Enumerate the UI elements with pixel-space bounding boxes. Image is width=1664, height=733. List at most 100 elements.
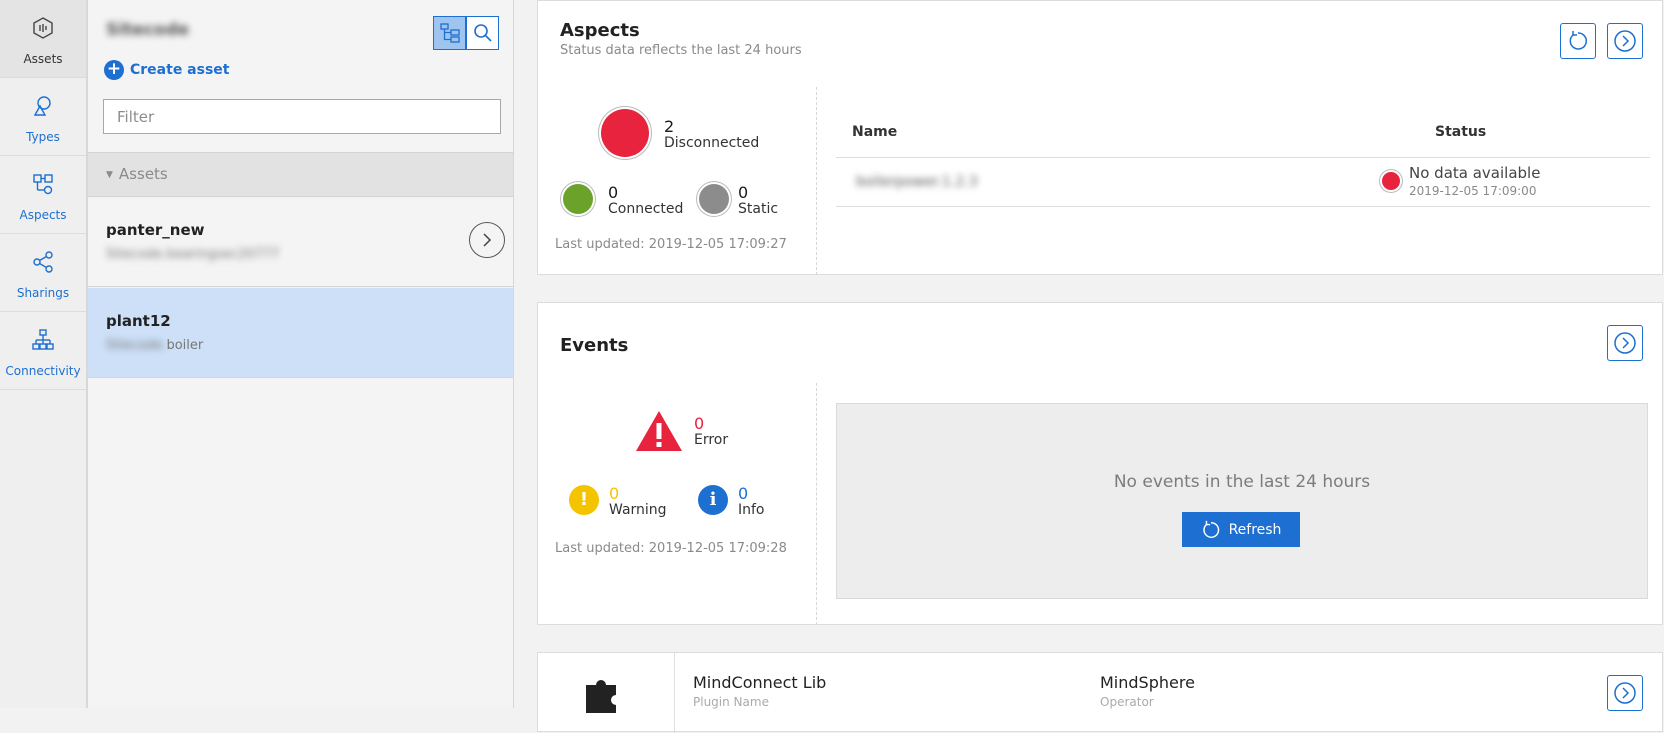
- rail-label-aspects: Aspects: [19, 208, 67, 222]
- asset-name: plant12: [106, 312, 171, 330]
- connected-status-dot: [563, 184, 593, 214]
- disconnected-label: Disconnected: [664, 135, 760, 151]
- column-header-status[interactable]: Status: [1435, 124, 1486, 140]
- rail-item-connectivity[interactable]: Connectivity: [0, 312, 86, 390]
- info-stat: 0 Info: [738, 485, 765, 518]
- warning-stat: 0 Warning: [609, 485, 667, 518]
- open-asset-button[interactable]: [469, 222, 505, 258]
- chevron-right-icon: [483, 233, 492, 247]
- search-view-button[interactable]: [466, 16, 499, 50]
- refresh-aspects-button[interactable]: [1560, 23, 1596, 59]
- rail-label-sharings: Sharings: [16, 286, 70, 300]
- status-indicator-dot: [1382, 172, 1400, 190]
- refresh-icon: [1202, 520, 1219, 538]
- table-row-divider: [836, 206, 1650, 207]
- aspect-status: No data available: [1409, 164, 1541, 182]
- refresh-events-button[interactable]: Refresh: [1182, 512, 1300, 547]
- plugin-card: MindConnect Lib Plugin Name MindSphere O…: [537, 652, 1663, 733]
- refresh-label: Refresh: [1228, 521, 1282, 538]
- static-label: Static: [738, 201, 779, 217]
- open-plugin-button[interactable]: [1607, 675, 1643, 711]
- plugin-name: MindConnect Lib: [693, 673, 827, 692]
- warning-icon: !: [569, 485, 599, 515]
- static-count: 0: [738, 183, 749, 202]
- rail-item-types[interactable]: Types: [0, 78, 86, 156]
- rail-label-connectivity: Connectivity: [5, 364, 81, 378]
- info-label: Info: [738, 502, 765, 518]
- aspects-subtitle: Status data reflects the last 24 hours: [560, 43, 802, 58]
- assets-group-header[interactable]: ▼ Assets: [88, 152, 513, 197]
- asset-list-panel: Sitecode + Create asset ▼ Assets panter_n…: [88, 0, 514, 708]
- assets-group-label: Assets: [118, 165, 168, 183]
- error-triangle-icon: [636, 411, 682, 451]
- disconnected-stat: 2 Disconnected: [664, 118, 759, 151]
- no-events-message: No events in the last 24 hours: [1113, 472, 1371, 492]
- aspect-name: boilerpower.1.2.3: [856, 174, 978, 190]
- table-row[interactable]: boilerpower.1.2.3 No data available 2019…: [836, 158, 1650, 206]
- tree-view-icon: [439, 23, 460, 43]
- asset-subtitle-type: boiler: [166, 338, 204, 353]
- rail-item-assets[interactable]: Assets: [0, 0, 86, 78]
- events-title: Events: [560, 335, 629, 356]
- tree-view-button[interactable]: [433, 16, 466, 50]
- main-content: Aspects Status data reflects the last 24…: [514, 0, 1664, 733]
- column-header-name[interactable]: Name: [852, 124, 897, 140]
- aspects-card: Aspects Status data reflects the last 24…: [537, 0, 1663, 275]
- aspects-last-updated: Last updated: 2019-12-05 17:09:27: [555, 237, 787, 252]
- static-status-dot: [699, 184, 729, 214]
- rail-item-sharings[interactable]: Sharings: [0, 234, 86, 312]
- search-icon: [473, 24, 492, 42]
- disconnected-count: 2: [664, 117, 675, 136]
- events-empty-panel: No events in the last 24 hours Refresh: [836, 403, 1648, 599]
- asset-item-panter-new[interactable]: panter_new Sitecode.bearingsec20777: [88, 197, 513, 287]
- create-asset-link[interactable]: + Create asset: [104, 60, 229, 80]
- error-count: 0: [694, 414, 705, 433]
- aspects-icon: [33, 174, 53, 195]
- rail-label-types: Types: [26, 130, 60, 144]
- disconnected-status-dot: [601, 109, 649, 157]
- aspect-status-time: 2019-12-05 17:09:00: [1409, 184, 1537, 198]
- info-count: 0: [738, 484, 749, 503]
- connected-count: 0: [608, 183, 619, 202]
- rail-item-aspects[interactable]: Aspects: [0, 156, 86, 234]
- navigation-rail: Assets Types Aspects Sharings Connectivi…: [0, 0, 88, 708]
- chevron-right-circle-icon: [1614, 30, 1636, 52]
- asset-subtitle: Sitecode.boiler: [106, 338, 203, 353]
- rail-label-assets: Assets: [23, 52, 63, 66]
- plus-icon: +: [104, 60, 124, 80]
- warning-label: Warning: [609, 502, 667, 518]
- aspects-title: Aspects: [560, 20, 640, 41]
- events-divider: [816, 383, 817, 625]
- plugin-name-caption: Plugin Name: [693, 695, 769, 709]
- refresh-icon: [1569, 31, 1587, 50]
- asset-item-plant12[interactable]: plant12 Sitecode.boiler: [88, 288, 513, 378]
- error-stat: 0 Error: [694, 415, 728, 448]
- connectivity-icon: [32, 329, 54, 350]
- plugin-operator: MindSphere: [1100, 673, 1195, 692]
- connected-label: Connected: [608, 201, 684, 217]
- connected-stat: 0 Connected: [608, 184, 683, 217]
- plugin-puzzle-icon: [586, 680, 616, 713]
- assets-icon: [33, 17, 53, 39]
- asset-name: panter_new: [106, 221, 205, 239]
- error-label: Error: [694, 432, 729, 448]
- events-card: Events 0 Error ! 0 Warning i 0 Info Last…: [537, 302, 1663, 625]
- tenant-title: Sitecode: [106, 20, 190, 40]
- info-icon: i: [698, 485, 728, 515]
- types-icon: [33, 96, 51, 116]
- chevron-right-circle-icon: [1614, 682, 1636, 704]
- warning-count: 0: [609, 484, 620, 503]
- static-stat: 0 Static: [738, 184, 778, 217]
- asset-subtitle-prefix: Sitecode.: [106, 338, 167, 353]
- aspects-divider: [816, 87, 817, 275]
- open-aspects-button[interactable]: [1607, 23, 1643, 59]
- asset-subtitle: Sitecode.bearingsec20777: [106, 247, 280, 262]
- filter-input[interactable]: [103, 99, 501, 134]
- plugin-divider: [674, 653, 675, 733]
- view-toggle: [433, 16, 499, 50]
- create-asset-label: Create asset: [130, 62, 230, 78]
- open-events-button[interactable]: [1607, 325, 1643, 361]
- sharings-icon: [33, 251, 53, 273]
- plugin-operator-caption: Operator: [1100, 695, 1154, 709]
- caret-down-icon: ▼: [106, 170, 113, 180]
